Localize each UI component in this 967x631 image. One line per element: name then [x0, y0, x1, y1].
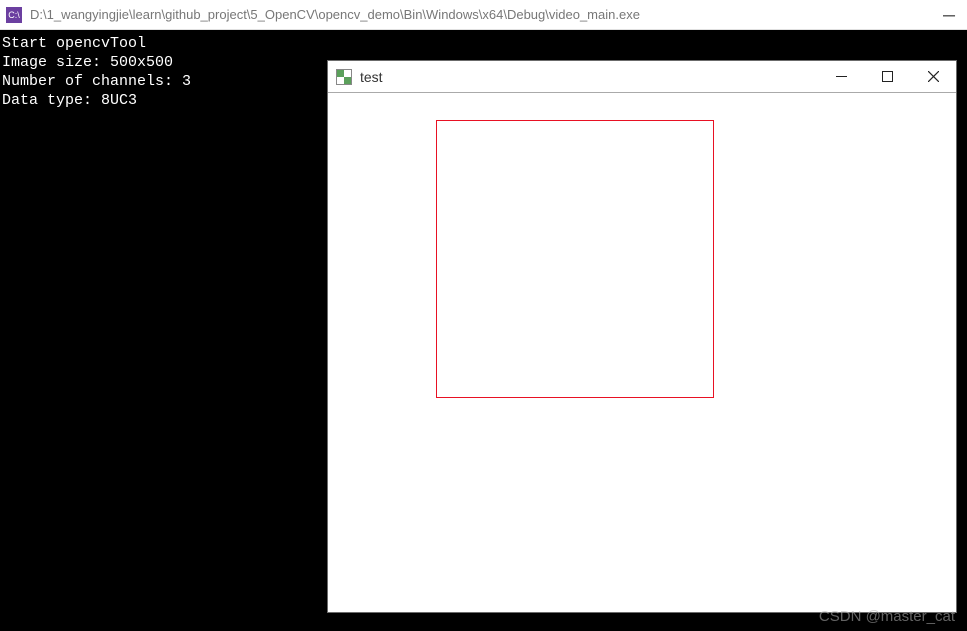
close-button[interactable] — [910, 61, 956, 92]
opencv-window-icon — [336, 69, 352, 85]
child-title-bar[interactable]: test — [328, 61, 956, 93]
maximize-button[interactable] — [864, 61, 910, 92]
main-title-bar: C:\ D:\1_wangyingjie\learn\github_projec… — [0, 0, 967, 30]
window-controls — [818, 61, 956, 92]
console-line: Start opencvTool — [2, 34, 965, 53]
image-canvas — [328, 93, 956, 612]
app-icon: C:\ — [6, 7, 22, 23]
main-window-title: D:\1_wangyingjie\learn\github_project\5_… — [30, 7, 961, 22]
opencv-image-window[interactable]: test — [327, 60, 957, 613]
minimize-indicator[interactable]: — — [943, 14, 957, 15]
minimize-button[interactable] — [818, 61, 864, 92]
child-window-title: test — [360, 69, 818, 85]
watermark-text: CSDN @master_cat — [819, 608, 955, 625]
drawn-rectangle-top — [436, 120, 714, 121]
drawn-rectangle — [436, 120, 714, 398]
